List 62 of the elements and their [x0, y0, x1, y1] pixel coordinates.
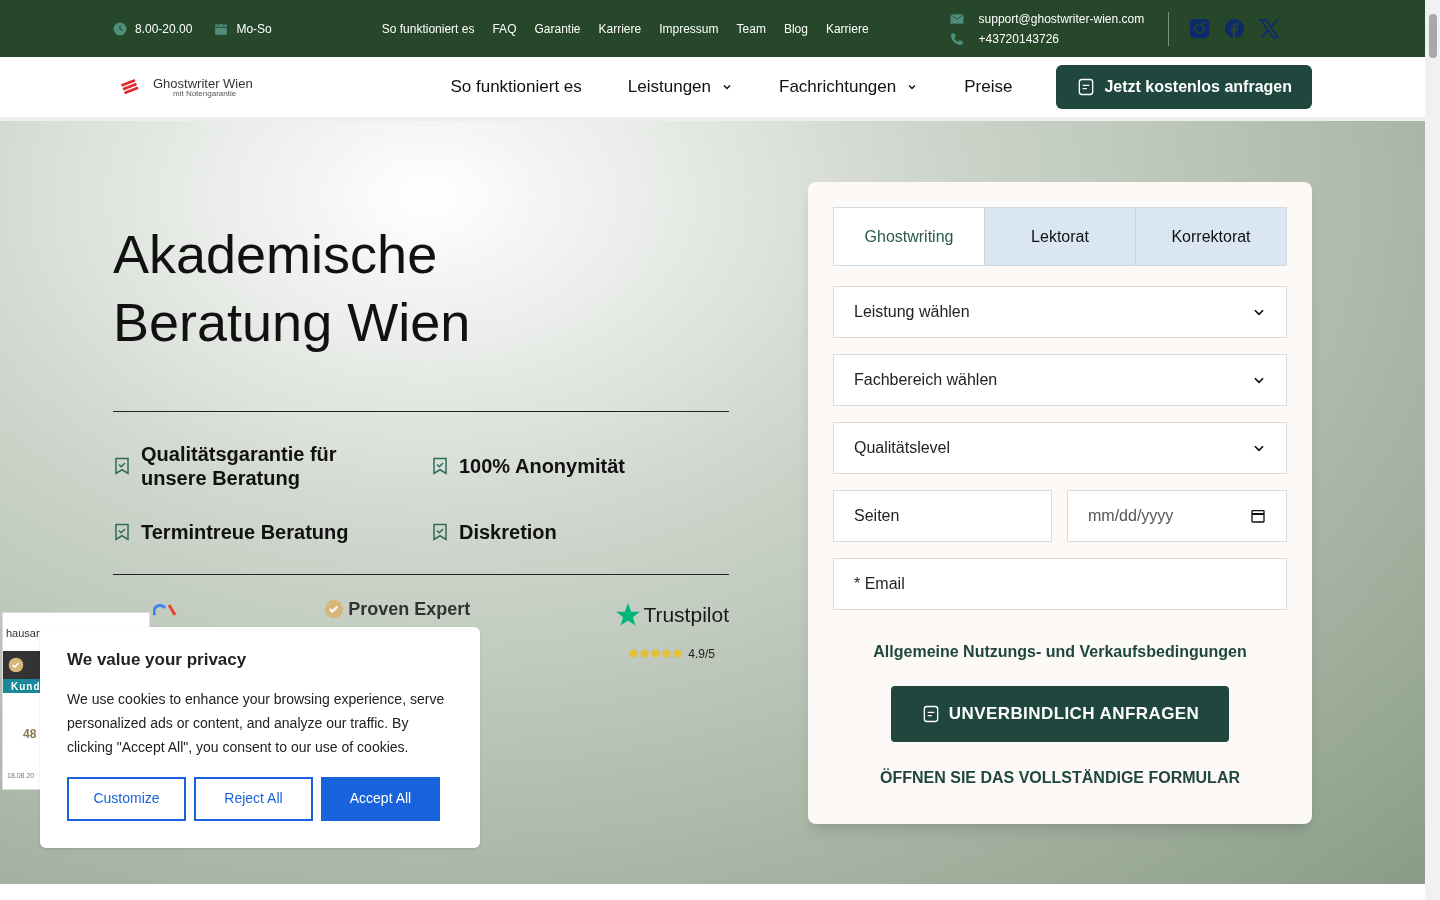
feature-text: Termintreue Beratung — [141, 520, 350, 544]
submit-button[interactable]: UNVERBINDLICH ANFRAGEN — [890, 686, 1230, 742]
pages-field[interactable]: Seiten — [833, 490, 1052, 542]
logo-subtitle: mit Notengarantie — [172, 89, 238, 98]
nav-link[interactable]: Preise — [964, 74, 1013, 100]
proven-expert-logo: Proven Expert — [348, 600, 471, 618]
top-link[interactable]: Garantie — [534, 19, 581, 38]
email-field[interactable]: * Email — [833, 558, 1287, 610]
instagram-icon[interactable] — [1189, 18, 1211, 39]
cta-button[interactable]: Jetzt kostenlos anfragen — [1056, 65, 1312, 109]
nav-link[interactable]: Leistungen — [627, 74, 733, 100]
form-tab[interactable]: Ghostwriting — [834, 208, 984, 265]
bookmark-check-icon — [431, 456, 449, 476]
clock-icon — [113, 21, 127, 36]
phone-link[interactable]: +43720143726 — [978, 29, 1059, 48]
top-link[interactable]: Karriere — [825, 19, 869, 38]
cookie-button[interactable]: Accept All — [321, 776, 440, 821]
check-badge-icon — [324, 599, 345, 619]
days-text: Mo-So — [236, 20, 272, 38]
date-field[interactable]: mm/dd/yyyy — [1067, 490, 1287, 542]
star-icon — [615, 601, 642, 628]
top-link[interactable]: Karriere — [598, 19, 642, 38]
select-field[interactable]: Fachbereich wählen — [833, 354, 1287, 406]
facebook-icon[interactable] — [1224, 18, 1246, 39]
phone-icon — [948, 30, 965, 47]
nav-link[interactable]: Fachrichtungen — [779, 74, 919, 100]
top-link[interactable]: Impressum — [659, 19, 719, 38]
hours-text: 8.00-20.00 — [135, 20, 193, 38]
cookie-title: We value your privacy — [67, 649, 248, 671]
terms-link[interactable]: Allgemeine Nutzungs- und Verkaufsbedingungen — [833, 640, 1287, 664]
nav-link[interactable]: So funktioniert es — [450, 74, 582, 100]
form-tab[interactable]: Korrektorat — [1135, 208, 1286, 265]
widget-score: 48 — [22, 726, 38, 743]
rating-text: 4.9/5 — [688, 645, 716, 663]
select-field[interactable]: Leistung wählen — [833, 286, 1287, 338]
form-tab[interactable]: Lektorat — [984, 208, 1135, 265]
bookmark-check-icon — [113, 522, 131, 542]
top-link[interactable]: Team — [736, 19, 766, 38]
select-field[interactable]: Qualitätslevel — [833, 422, 1287, 474]
calendar-icon — [1250, 508, 1266, 524]
check-badge-icon — [8, 657, 24, 673]
cookie-button[interactable]: Reject All — [194, 776, 313, 821]
mail-icon — [948, 11, 965, 26]
full-form-link[interactable]: ÖFFNEN SIE DAS VOLLSTÄNDIGE FORMULAR — [833, 766, 1287, 790]
feature-text: 100% Anonymität — [459, 454, 626, 478]
logo[interactable]: Ghostwriter Wien mit Notengarantie — [113, 76, 253, 98]
logo-title: Ghostwriter Wien — [153, 76, 253, 90]
top-link[interactable]: So funktioniert es — [381, 19, 475, 38]
top-link[interactable]: FAQ — [492, 19, 517, 38]
feature-text: Diskretion — [459, 520, 558, 544]
feature-text: Qualitätsgarantie für unsere Beratung — [141, 442, 338, 490]
top-link[interactable]: Blog — [783, 19, 808, 38]
cookie-button[interactable]: Customize — [67, 776, 186, 821]
trustpilot-logo: Trustpilot — [643, 602, 729, 628]
x-icon[interactable] — [1259, 18, 1281, 39]
widget-title: hausar — [5, 626, 41, 641]
bookmark-check-icon — [113, 456, 131, 476]
hero-title: Akademische Beratung Wien — [113, 223, 472, 354]
calendar-icon — [214, 21, 229, 36]
email-link[interactable]: support@ghostwriter-wien.com — [978, 9, 1145, 28]
google-logo-icon — [153, 603, 179, 617]
bookmark-check-icon — [431, 522, 449, 542]
